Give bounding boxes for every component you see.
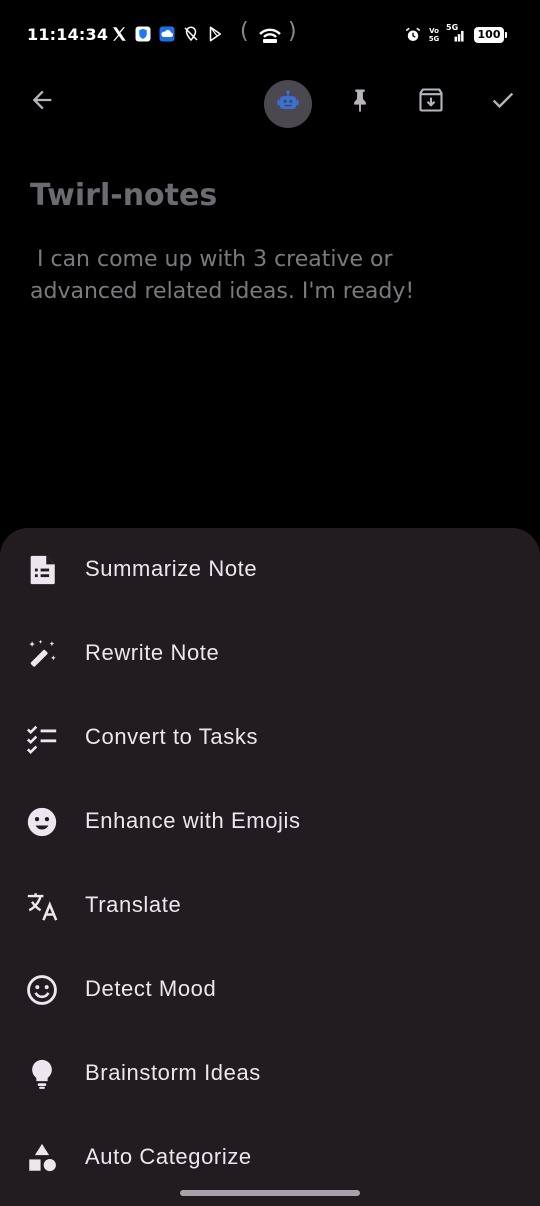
- arrow-back-icon: [28, 86, 56, 118]
- hotspot-icon: [258, 25, 282, 45]
- status-time: 11:14:34: [27, 25, 109, 44]
- menu-label: Translate: [85, 892, 182, 917]
- menu-item-summarize[interactable]: Summarize Note: [0, 528, 540, 612]
- menu-item-auto-categorize[interactable]: Auto Categorize: [0, 1116, 540, 1200]
- status-bar: 11:14:34 ( ) Vo 5G 5G 100: [0, 0, 540, 68]
- menu-label: Auto Categorize: [85, 1144, 252, 1169]
- menu-item-brainstorm[interactable]: Brainstorm Ideas: [0, 1032, 540, 1116]
- x-icon: [110, 24, 128, 44]
- magic-wand-icon: [24, 636, 60, 672]
- menu-item-convert-tasks[interactable]: Convert to Tasks: [0, 696, 540, 780]
- menu-item-detect-mood[interactable]: Detect Mood: [0, 948, 540, 1032]
- menu-label: Detect Mood: [85, 976, 217, 1001]
- note-body[interactable]: I can come up with 3 creative or advance…: [30, 244, 510, 308]
- lightbulb-icon: [24, 1056, 60, 1092]
- summarize-icon: [24, 552, 60, 588]
- system-icons: Vo 5G 5G 100: [404, 23, 507, 45]
- menu-label: Summarize Note: [85, 556, 258, 581]
- volte-icon: Vo 5G: [428, 27, 440, 43]
- network-type: 5G: [446, 23, 459, 32]
- note-title[interactable]: Twirl-notes: [30, 178, 217, 213]
- menu-item-enhance-emojis[interactable]: Enhance with Emojis: [0, 780, 540, 864]
- pin-button[interactable]: [336, 78, 384, 126]
- gesture-navigation-handle[interactable]: [180, 1190, 360, 1196]
- hotspot-bracket-right: ): [288, 19, 297, 44]
- checklist-icon: [24, 720, 60, 756]
- alarm-icon: [404, 25, 422, 45]
- notification-icons: [110, 24, 224, 44]
- check-icon: [489, 86, 517, 118]
- ai-assistant-button[interactable]: [264, 80, 312, 128]
- battery-icon: 100: [474, 27, 507, 43]
- menu-label: Convert to Tasks: [85, 724, 259, 749]
- menu-item-translate[interactable]: Translate: [0, 864, 540, 948]
- hotspot-bracket-left: (: [240, 19, 249, 44]
- back-button[interactable]: [18, 78, 66, 126]
- category-icon: [24, 1140, 60, 1176]
- menu-label: Brainstorm Ideas: [85, 1060, 261, 1085]
- shield-app-icon: [134, 24, 152, 44]
- cloud-app-icon: [158, 24, 176, 44]
- play-store-icon: [206, 24, 224, 44]
- save-button[interactable]: [479, 78, 527, 126]
- location-off-icon: [182, 24, 200, 44]
- translate-icon: [24, 888, 60, 924]
- menu-label: Enhance with Emojis: [85, 808, 301, 833]
- ai-actions-sheet: Summarize Note Rewrite Note Convert to T…: [0, 528, 540, 1206]
- emoji-filled-icon: [24, 804, 60, 840]
- menu-item-rewrite[interactable]: Rewrite Note: [0, 612, 540, 696]
- archive-icon: [417, 86, 445, 118]
- robot-icon: [274, 88, 302, 120]
- mood-outline-icon: [24, 972, 60, 1008]
- menu-label: Rewrite Note: [85, 640, 220, 665]
- archive-button[interactable]: [407, 78, 455, 126]
- signal-5g-icon: 5G: [446, 23, 468, 45]
- pin-icon: [346, 86, 374, 118]
